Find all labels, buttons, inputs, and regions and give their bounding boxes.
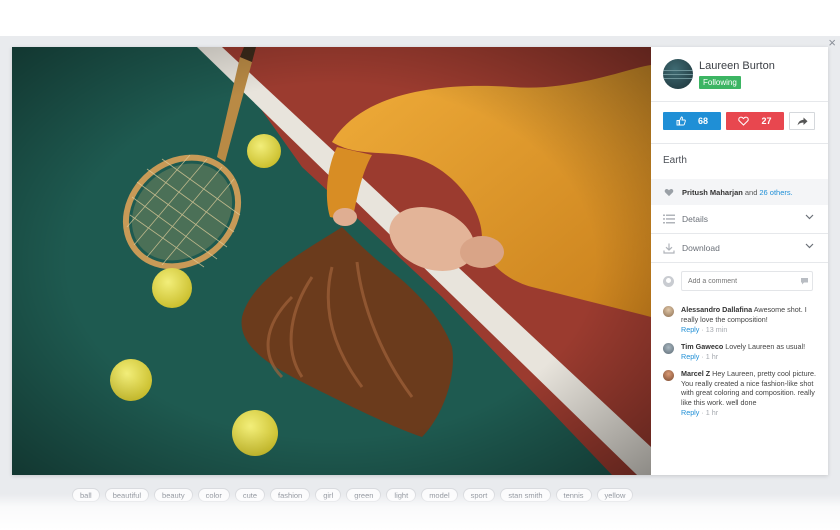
details-label: Details [682, 214, 708, 224]
love-button[interactable]: 27 [726, 112, 784, 130]
details-toggle[interactable]: Details [651, 205, 828, 233]
comment-composer [663, 271, 813, 291]
comment-input[interactable] [681, 271, 813, 291]
chevron-down-icon [805, 243, 814, 249]
reply-link[interactable]: Reply [681, 408, 699, 417]
divider [651, 143, 828, 144]
comment-time: 1 hr [705, 408, 719, 418]
heart-icon [738, 116, 750, 126]
comment-item: Marcel Z Hey Laureen, pretty cool pictur… [663, 369, 823, 418]
likers-others-link[interactable]: 26 others. [759, 188, 792, 197]
comment-time: 1 hr [705, 352, 719, 362]
download-label: Download [682, 243, 720, 253]
thumbs-up-icon [676, 116, 686, 126]
following-button[interactable]: Following [699, 76, 741, 89]
likers-connector: and [744, 187, 758, 197]
commenter-avatar[interactable] [663, 342, 674, 354]
speech-bubble-icon[interactable] [800, 277, 809, 285]
photo-modal: Laureen Burton Following 68 27 Earth Pri… [12, 47, 828, 475]
comment-author[interactable]: Marcel Z [681, 369, 710, 378]
chevron-down-icon [805, 214, 814, 220]
close-icon[interactable]: × [828, 36, 836, 50]
bottom-fade [0, 494, 840, 530]
like-button[interactable]: 68 [663, 112, 721, 130]
comment-list: Alessandro Dallafina Awesome shot. I rea… [663, 305, 823, 425]
download-icon [663, 243, 675, 254]
photo-sidebar: Laureen Burton Following 68 27 Earth Pri… [651, 47, 828, 475]
comment-author[interactable]: Alessandro Dallafina [681, 305, 752, 314]
photo-viewer[interactable] [12, 47, 651, 475]
commenter-avatar[interactable] [663, 306, 674, 317]
divider [651, 262, 828, 263]
heart-icon [664, 188, 674, 196]
list-icon [663, 214, 675, 224]
author-name[interactable]: Laureen Burton [699, 59, 775, 73]
reply-link[interactable]: Reply [681, 325, 699, 334]
like-count: 68 [697, 116, 708, 126]
reply-link[interactable]: Reply [681, 352, 699, 361]
liker-name[interactable]: Pritush Maharjan [682, 188, 743, 197]
divider [651, 101, 828, 102]
commenter-avatar[interactable] [663, 369, 674, 381]
author-avatar[interactable] [663, 59, 693, 89]
download-toggle[interactable]: Download [651, 234, 828, 262]
share-button[interactable] [789, 112, 815, 130]
photo-location: Earth [663, 155, 687, 166]
author-header: Laureen Burton Following [663, 59, 775, 89]
share-arrow-icon [797, 117, 807, 125]
comment-item: Alessandro Dallafina Awesome shot. I rea… [663, 305, 823, 335]
comment-author[interactable]: Tim Gaweco [681, 342, 723, 351]
current-user-avatar [663, 275, 674, 287]
action-bar: 68 27 [663, 112, 815, 130]
likers-summary: Pritush Maharjan and 26 others. [651, 179, 828, 205]
tennis-court-photo [12, 47, 651, 475]
comment-text: Lovely Laureen as usual! [725, 341, 806, 351]
comment-item: Tim Gaweco Lovely Laureen as usual! Repl… [663, 342, 823, 362]
comment-time: 13 min [705, 325, 728, 335]
love-count: 27 [761, 116, 772, 126]
